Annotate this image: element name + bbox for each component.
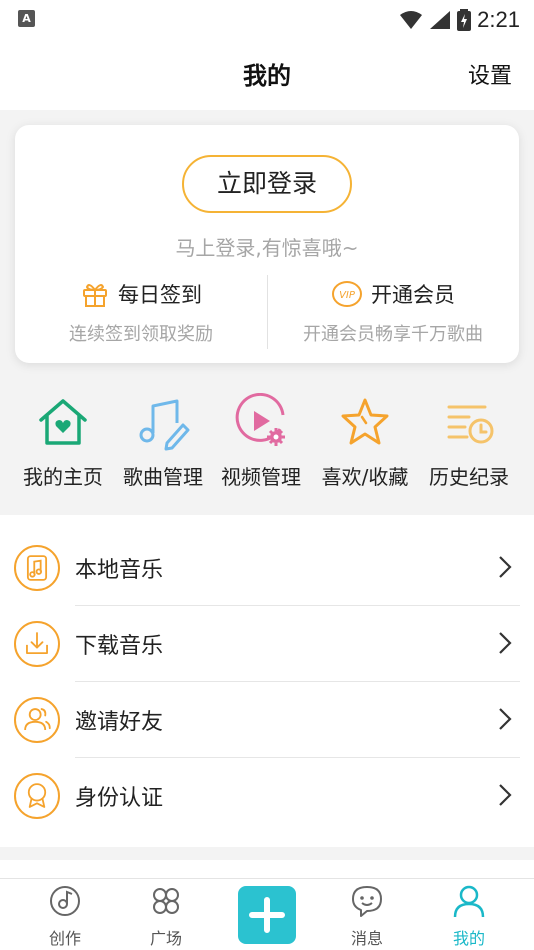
login-tip: 马上登录,有惊喜哦~ <box>175 236 359 260</box>
menu-local-music[interactable]: 本地音乐 <box>0 530 534 606</box>
quick-my-homepage[interactable]: 我的主页 <box>10 380 116 490</box>
quick-history[interactable]: 历史纪录 <box>416 380 522 490</box>
tab-mine[interactable]: 我的 <box>429 883 509 949</box>
status-bar: A 2:21 <box>0 0 534 38</box>
chevron-right-icon <box>499 784 512 806</box>
menu-download-music[interactable]: 下载音乐 <box>0 606 534 682</box>
quick-song-management[interactable]: 歌曲管理 <box>110 380 216 490</box>
daily-checkin[interactable]: 每日签到 连续签到领取奖励 <box>15 278 267 346</box>
next-section-peek <box>0 860 534 880</box>
quick-label: 歌曲管理 <box>123 465 203 489</box>
menu-invite-friends[interactable]: 邀请好友 <box>0 682 534 758</box>
menu-identity-verification[interactable]: 身份认证 <box>0 758 534 834</box>
history-list-icon <box>447 405 494 444</box>
tab-label: 创作 <box>48 929 81 948</box>
tab-label: 广场 <box>149 929 182 948</box>
quick-favorites[interactable]: 喜欢/收藏 <box>312 380 418 490</box>
video-settings-icon <box>235 392 285 446</box>
create-plus-button[interactable] <box>238 886 296 944</box>
login-card: 立即登录 马上登录,有惊喜哦~ 每日签到 连续签到领取奖励 VIP 开通会员 开… <box>15 125 519 363</box>
page-header: 我的 设置 <box>0 38 534 110</box>
quick-label: 历史纪录 <box>429 465 509 489</box>
download-icon <box>14 621 60 667</box>
music-edit-icon <box>139 399 190 451</box>
login-button[interactable]: 立即登录 <box>182 155 352 213</box>
vip-label: 开通会员 <box>371 283 455 307</box>
bottom-tab-bar: 创作 广场 消息 我的 <box>0 878 534 950</box>
quick-label: 视频管理 <box>221 465 301 489</box>
checkin-subtitle: 连续签到领取奖励 <box>69 324 213 345</box>
chevron-right-icon <box>499 556 512 578</box>
wifi-icon <box>400 11 423 29</box>
clock: 2:21 <box>477 7 520 32</box>
menu-label: 身份认证 <box>75 786 164 811</box>
vip-subtitle: 开通会员畅享千万歌曲 <box>303 324 483 345</box>
create-disc-icon <box>50 886 80 916</box>
signal-icon <box>430 11 451 29</box>
profile-icon <box>453 885 485 918</box>
badge-icon <box>14 773 60 819</box>
vip-icon: VIP <box>332 281 362 307</box>
menu-label: 邀请好友 <box>75 710 164 735</box>
chevron-right-icon <box>499 708 512 730</box>
message-icon <box>352 886 382 917</box>
gift-icon <box>83 284 107 307</box>
quick-entries: 我的主页 歌曲管理 视频管理 喜欢/收藏 历史纪录 <box>0 380 534 500</box>
quick-video-management[interactable]: 视频管理 <box>208 380 314 490</box>
battery-icon <box>457 9 472 31</box>
menu-label: 下载音乐 <box>75 634 164 659</box>
home-heart-icon <box>39 399 87 445</box>
chevron-right-icon <box>499 632 512 654</box>
checkin-label: 每日签到 <box>118 283 202 307</box>
tab-square[interactable]: 广场 <box>126 883 206 949</box>
quick-label: 喜欢/收藏 <box>321 465 409 489</box>
quick-label: 我的主页 <box>23 465 103 489</box>
tab-create[interactable]: 创作 <box>25 883 105 949</box>
plus-icon <box>249 897 285 933</box>
open-vip[interactable]: VIP 开通会员 开通会员畅享千万歌曲 <box>267 278 519 346</box>
page-title: 我的 <box>243 62 291 90</box>
invite-friends-icon <box>14 697 60 743</box>
tab-messages[interactable]: 消息 <box>327 883 407 949</box>
clover-icon <box>153 888 179 914</box>
notification-a-icon: A <box>18 10 35 27</box>
system-icons: 2:21 <box>399 7 520 33</box>
local-music-icon <box>14 545 60 591</box>
tab-label: 我的 <box>452 929 485 948</box>
star-icon <box>341 398 389 445</box>
menu-list: 本地音乐 下载音乐 邀请好友 身份认证 <box>0 515 534 847</box>
tab-label: 消息 <box>350 929 383 948</box>
vip-badge-text: VIP <box>339 290 356 301</box>
menu-label: 本地音乐 <box>75 558 164 583</box>
settings-button[interactable]: 设置 <box>468 58 512 90</box>
